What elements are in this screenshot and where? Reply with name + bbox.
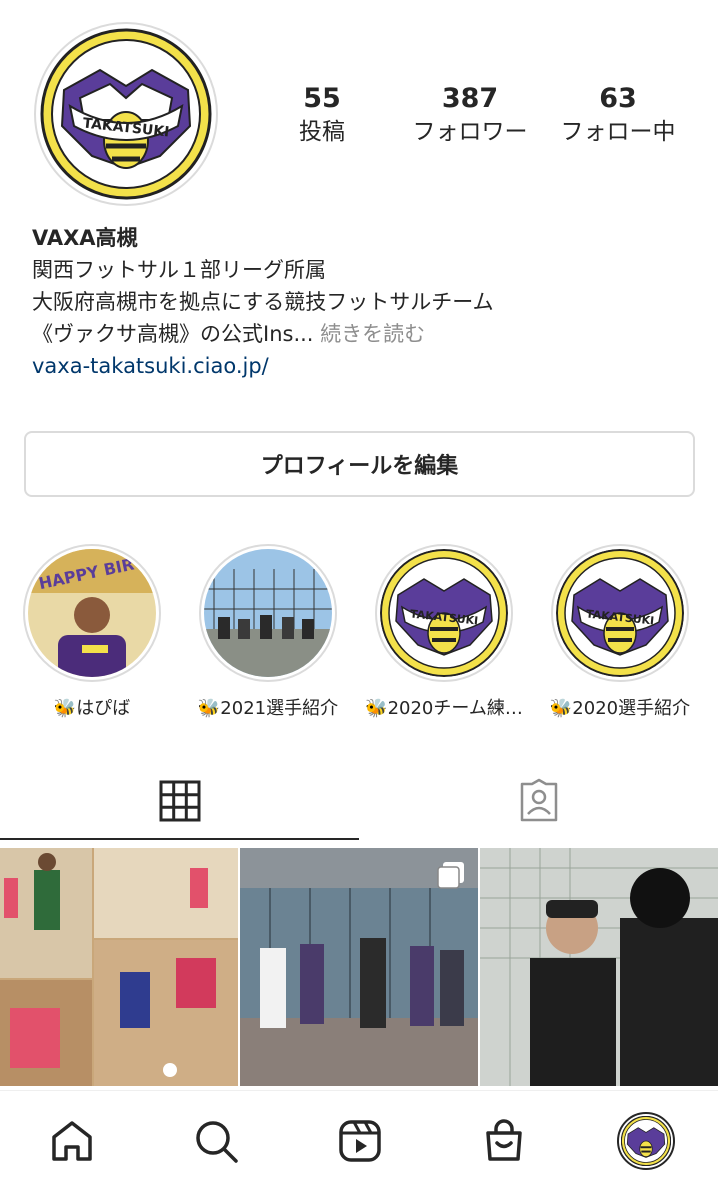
- stat-following-label: フォロー中: [560, 119, 676, 145]
- stat-followers[interactable]: 387 フォロワー: [390, 82, 550, 148]
- highlight-ring: TAKATSUKI: [551, 544, 689, 682]
- nav-search[interactable]: [186, 1111, 246, 1171]
- team-logo-icon: TAKATSUKI: [380, 549, 508, 677]
- stat-posts-count: 55: [303, 83, 341, 114]
- stat-posts[interactable]: 55 投稿: [242, 82, 402, 148]
- highlight-label: 🐝2020チーム練…: [365, 698, 523, 719]
- profile-name: VAXA高槻: [32, 226, 138, 250]
- profile-avatar-small: [617, 1112, 675, 1170]
- highlight-label: 🐝2021選手紹介: [197, 698, 339, 719]
- stat-followers-count: 387: [441, 83, 499, 114]
- coach-photo-icon: [480, 848, 718, 1086]
- read-more-link[interactable]: 続きを読む: [320, 322, 425, 346]
- highlight-label: 🐝2020選手紹介: [549, 698, 691, 719]
- home-icon: [52, 1121, 92, 1161]
- post-tile[interactable]: [240, 848, 478, 1086]
- reels-icon: [339, 1120, 381, 1162]
- field-photo-icon: [204, 549, 332, 677]
- highlight-2020-team-practice[interactable]: TAKATSUKI 🐝2020チーム練…: [356, 544, 532, 720]
- bio-line-1: 関西フットサル１部リーグ所属: [32, 258, 326, 282]
- team-logo-icon: TAKATSUKI: [556, 549, 684, 677]
- profile-bio: VAXA高槻 関西フットサル１部リーグ所属 大阪府高槻市を拠点にする競技フットサ…: [32, 222, 692, 382]
- profile-tabs: [0, 760, 718, 842]
- highlight-birthday[interactable]: HAPPY BIRTHDAY! 🐝はぴば: [4, 544, 180, 720]
- bio-line-3-row: 《ヴァクサ高槻》の公式Ins... 続きを読む: [32, 318, 692, 350]
- stat-posts-label: 投稿: [299, 119, 345, 145]
- nav-home[interactable]: [42, 1111, 102, 1171]
- post-tile[interactable]: [0, 848, 238, 1086]
- active-tab-indicator: [0, 838, 359, 840]
- nav-reels[interactable]: [330, 1111, 390, 1171]
- stat-followers-label: フォロワー: [412, 119, 528, 145]
- collage-photo-icon: [0, 848, 238, 1086]
- tagged-person-icon: [520, 778, 557, 822]
- search-icon: [196, 1121, 238, 1163]
- bio-line-2: 大阪府高槻市を拠点にする競技フットサルチーム: [32, 290, 494, 314]
- highlight-ring: HAPPY BIRTHDAY!: [23, 544, 161, 682]
- bottom-nav: [0, 1090, 718, 1201]
- stat-following-count: 63: [599, 83, 637, 114]
- profile-avatar[interactable]: TAKATSUKI: [34, 22, 218, 206]
- tab-grid[interactable]: [0, 760, 359, 842]
- stat-following[interactable]: 63 フォロー中: [538, 82, 698, 148]
- nav-profile[interactable]: [616, 1111, 676, 1171]
- grid-icon: [159, 780, 200, 822]
- post-tile[interactable]: [480, 848, 718, 1086]
- tab-tagged[interactable]: [359, 760, 718, 842]
- highlight-2021-players[interactable]: 🐝2021選手紹介: [180, 544, 356, 720]
- nav-shop[interactable]: [474, 1111, 534, 1171]
- highlight-ring: TAKATSUKI: [375, 544, 513, 682]
- shop-icon: [486, 1119, 522, 1161]
- birthday-photo-icon: HAPPY BIRTHDAY!: [28, 549, 156, 677]
- multiple-photos-icon: [436, 860, 464, 889]
- highlight-label: 🐝はぴば: [53, 698, 131, 719]
- highlight-2020-players[interactable]: TAKATSUKI 🐝2020選手紹介: [532, 544, 708, 720]
- edit-profile-button[interactable]: プロフィールを編集: [24, 431, 695, 497]
- bio-line-3: 《ヴァクサ高槻》の公式Ins...: [32, 322, 314, 346]
- highlight-ring: [199, 544, 337, 682]
- website-link[interactable]: vaxa-takatsuki.ciao.jp/: [32, 350, 692, 382]
